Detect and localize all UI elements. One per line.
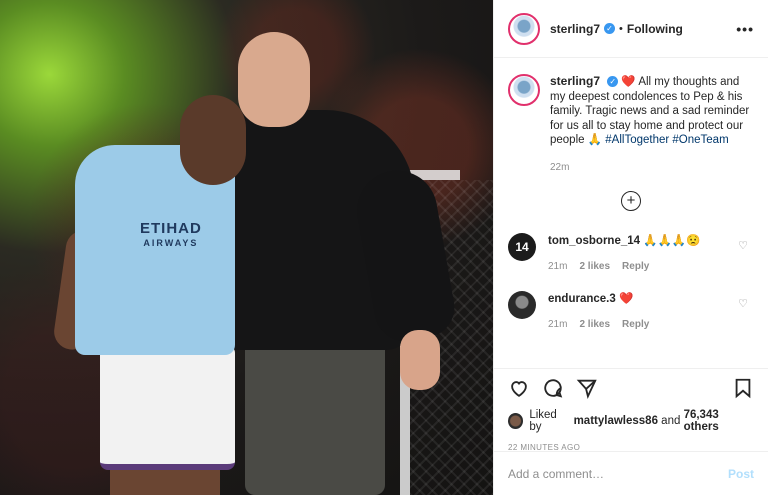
comment-like-heart-icon[interactable]: ♡ xyxy=(738,239,748,252)
caption: sterling7 ✓ ❤️ All my thoughts and my de… xyxy=(494,58,768,148)
comment-item: 14 tom_osborne_14 🙏🙏🙏😟 21m 2 likes Reply… xyxy=(494,232,768,275)
reply-button[interactable]: Reply xyxy=(622,317,649,333)
comment-body: endurance.3 ❤️ 21m 2 likes Reply xyxy=(548,291,649,333)
sponsor-top-text: ETIHAD xyxy=(140,220,202,237)
verified-badge-icon: ✓ xyxy=(604,23,616,34)
comment-likes[interactable]: 2 likes xyxy=(579,317,610,333)
coach-hand xyxy=(400,330,440,390)
coach-head xyxy=(238,32,310,127)
hashtag-link[interactable]: #OneTeam xyxy=(672,134,728,146)
caption-username[interactable]: sterling7 xyxy=(550,74,600,88)
liked-by-joiner: and xyxy=(661,415,681,427)
liked-by-prefix: Liked by xyxy=(529,409,557,433)
post-actions: Liked by mattylawless86 and 76,343 other… xyxy=(494,368,768,452)
post-comment-button[interactable]: Post xyxy=(728,467,754,481)
following-button[interactable]: Following xyxy=(627,22,683,36)
post-header: sterling7 ✓ • Following ••• xyxy=(494,0,768,58)
instagram-post: ETIHAD AIRWAYS sterling7 ✓ • Following •… xyxy=(0,0,768,495)
comment-text: ❤️ xyxy=(618,292,634,305)
share-paper-plane-icon[interactable] xyxy=(576,377,598,399)
reply-button[interactable]: Reply xyxy=(622,259,649,275)
comment-body: tom_osborne_14 🙏🙏🙏😟 21m 2 likes Reply xyxy=(548,233,701,275)
shirt-sponsor: ETIHAD AIRWAYS xyxy=(140,220,202,250)
avatar[interactable] xyxy=(508,12,540,45)
caption-avatar[interactable] xyxy=(508,74,540,106)
comment-meta: 21m 2 likes Reply xyxy=(548,317,649,333)
comment-like-heart-icon[interactable]: ♡ xyxy=(738,297,748,310)
liked-by-user[interactable]: mattylawless86 xyxy=(574,415,658,427)
more-options-icon[interactable]: ••• xyxy=(736,21,754,37)
comment-meta: 21m 2 likes Reply xyxy=(548,259,701,275)
header-username[interactable]: sterling7 xyxy=(550,22,600,36)
like-heart-icon[interactable] xyxy=(508,377,530,399)
hashtag-link[interactable]: #AllTogether xyxy=(605,134,669,146)
action-icons xyxy=(508,377,754,399)
comment-username[interactable]: tom_osborne_14 xyxy=(548,235,640,247)
comment-avatar[interactable]: 14 xyxy=(508,232,536,261)
comment-text: 🙏🙏🙏😟 xyxy=(643,234,701,247)
comment-bubble-icon[interactable] xyxy=(542,377,564,399)
add-comment-bar: Post xyxy=(494,451,768,495)
separator-dot: • xyxy=(619,22,623,35)
liked-by-avatar[interactable] xyxy=(508,413,524,429)
comment-time[interactable]: 21m xyxy=(548,259,567,275)
liked-by: Liked by mattylawless86 and 76,343 other… xyxy=(508,409,754,433)
liked-by-others[interactable]: 76,343 others xyxy=(684,409,754,433)
comment-time[interactable]: 21m xyxy=(548,317,567,333)
caption-text-block: sterling7 ✓ ❤️ All my thoughts and my de… xyxy=(550,74,754,148)
sponsor-bottom-text: AIRWAYS xyxy=(143,238,199,248)
load-more-comments-icon[interactable]: + xyxy=(621,190,641,211)
comment-input[interactable] xyxy=(508,466,728,481)
comment-likes[interactable]: 2 likes xyxy=(579,259,610,275)
post-side-panel: sterling7 ✓ • Following ••• sterling7 ✓ … xyxy=(493,0,768,495)
verified-badge-icon: ✓ xyxy=(607,76,619,88)
player-shorts xyxy=(100,345,235,470)
caption-emoji: ❤️ xyxy=(621,76,636,88)
comment-item: endurance.3 ❤️ 21m 2 likes Reply ♡ xyxy=(494,290,768,333)
save-bookmark-icon[interactable] xyxy=(732,377,754,399)
post-photo[interactable]: ETIHAD AIRWAYS xyxy=(0,0,493,495)
caption-time: 22m xyxy=(550,161,570,173)
comment-username[interactable]: endurance.3 xyxy=(548,293,616,305)
comment-avatar[interactable] xyxy=(508,290,536,319)
player-head xyxy=(180,95,246,185)
